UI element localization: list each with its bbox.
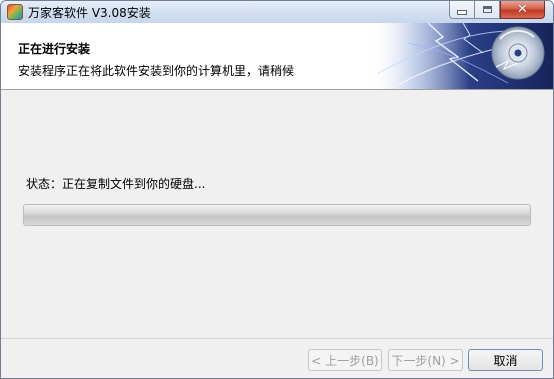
back-button[interactable]: < 上一步(B) <box>308 349 382 371</box>
cd-disc-lightning-icon <box>368 23 553 89</box>
maximize-icon <box>482 6 492 13</box>
progress-bar <box>23 204 531 226</box>
minimize-button[interactable] <box>449 1 475 19</box>
title-bar[interactable]: 万家客软件 V3.08安装 ✕ <box>1 1 553 23</box>
maximize-button[interactable] <box>475 1 500 19</box>
header-banner: 正在进行安装 安装程序正在将此软件安装到你的计算机里，请稍候 <box>1 23 553 90</box>
installer-app-icon <box>7 4 23 20</box>
header-title: 正在进行安装 <box>18 42 91 56</box>
progress-fill <box>24 205 530 225</box>
next-button[interactable]: 下一步(N) > <box>388 349 463 371</box>
minimize-icon <box>457 10 467 15</box>
window-title: 万家客软件 V3.08安装 <box>28 6 151 20</box>
footer-divider <box>1 338 553 339</box>
cancel-button[interactable]: 取消 <box>468 349 543 371</box>
close-icon: ✕ <box>517 2 528 17</box>
close-button[interactable]: ✕ <box>500 1 545 19</box>
header-subtitle: 安装程序正在将此软件安装到你的计算机里，请稍候 <box>18 64 295 78</box>
installer-window: 万家客软件 V3.08安装 ✕ 正在进行安装 安装程序正在将此软件安装到你的计算… <box>0 0 554 379</box>
status-text: 状态：正在复制文件到你的硬盘... <box>26 177 206 191</box>
